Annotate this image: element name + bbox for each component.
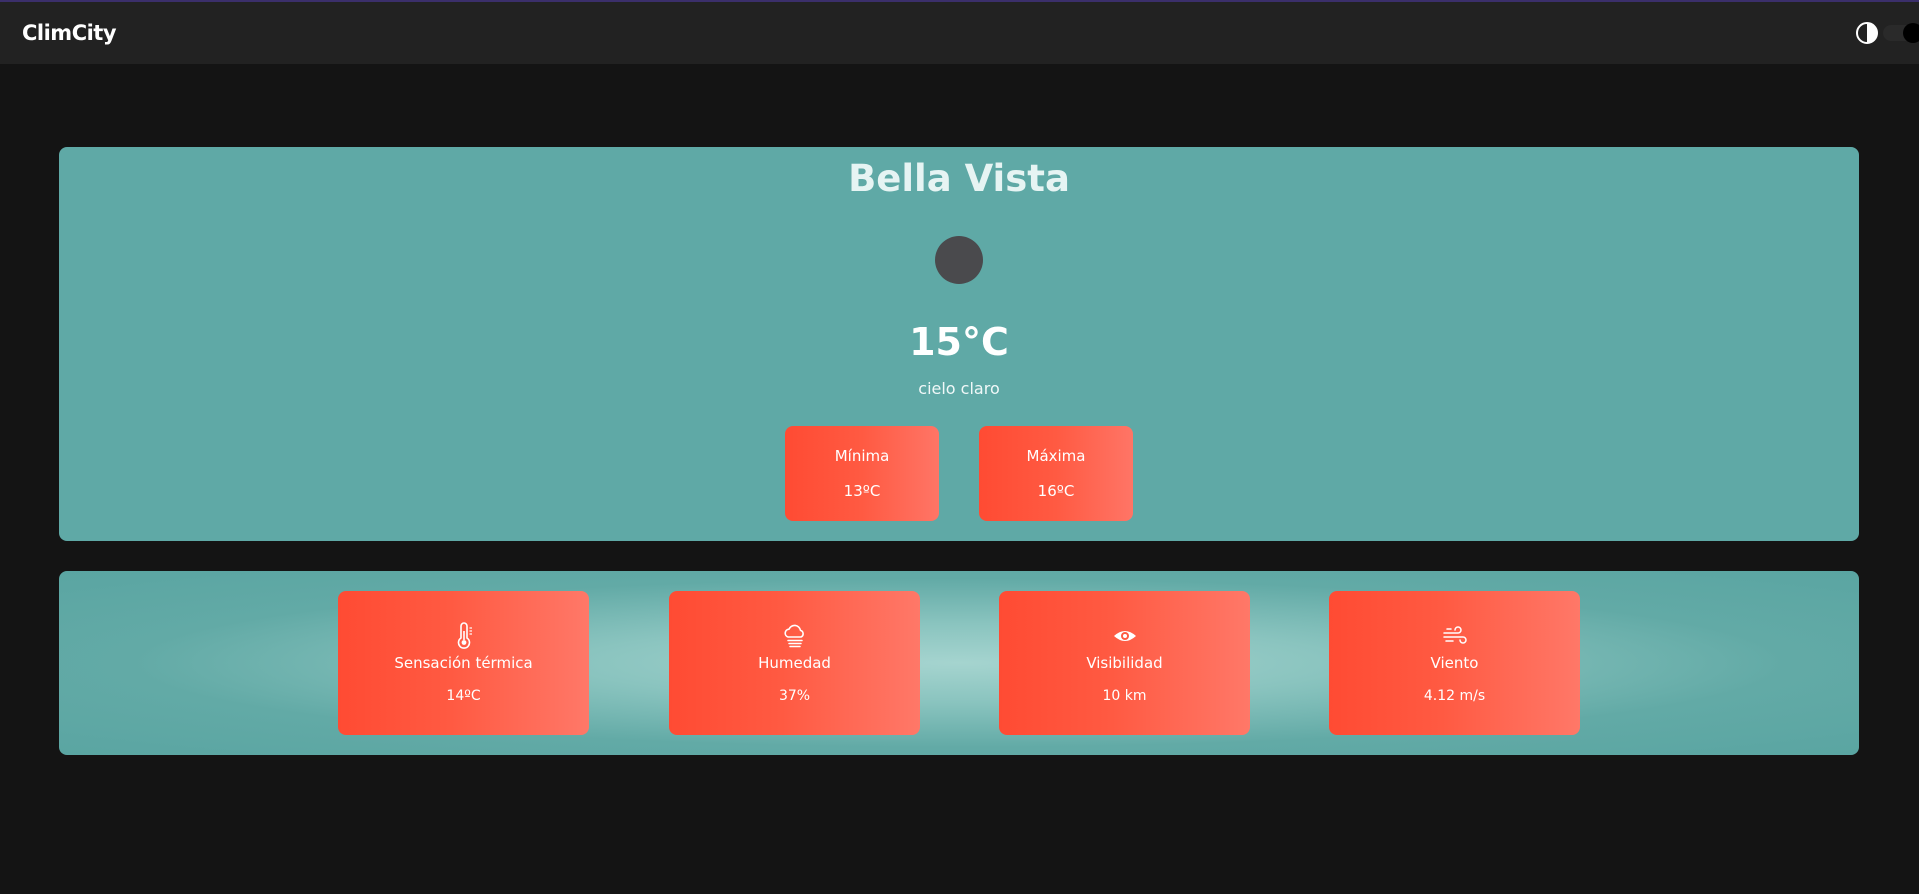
detail-label: Sensación térmica bbox=[394, 654, 533, 672]
current-weather-card: Bella Vista 15°C cielo claro Mínima 13ºC… bbox=[59, 147, 1859, 541]
navbar: ClimCity bbox=[0, 0, 1919, 64]
detail-feels-like: Sensación térmica 14ºC bbox=[338, 591, 589, 735]
eye-icon bbox=[1113, 631, 1136, 641]
max-temp-value: 16ºC bbox=[1037, 482, 1075, 500]
detail-value: 4.12 m/s bbox=[1423, 688, 1486, 704]
detail-visibility: Visibilidad 10 km bbox=[999, 591, 1250, 735]
detail-label: Humedad bbox=[758, 654, 831, 672]
detail-humidity: Humedad 37% bbox=[669, 591, 920, 735]
max-temp-card: Máxima 16ºC bbox=[979, 426, 1133, 521]
detail-label: Visibilidad bbox=[1086, 654, 1163, 672]
thermometer-icon bbox=[457, 622, 472, 649]
detail-label: Viento bbox=[1430, 654, 1479, 672]
min-temp-value: 13ºC bbox=[843, 482, 881, 500]
detail-value: 37% bbox=[778, 688, 811, 704]
toggle-knob[interactable] bbox=[1903, 23, 1919, 43]
wind-icon bbox=[1442, 626, 1467, 644]
theme-toggle[interactable] bbox=[1855, 18, 1919, 48]
weather-details-card: Sensación térmica 14ºC Humedad 37% Visib… bbox=[59, 571, 1859, 755]
weather-description: cielo claro bbox=[918, 379, 1000, 398]
contrast-icon[interactable] bbox=[1855, 21, 1879, 45]
detail-value: 14ºC bbox=[446, 688, 481, 704]
brand-logo[interactable]: ClimCity bbox=[22, 21, 117, 45]
city-name: Bella Vista bbox=[848, 157, 1070, 200]
weather-icon bbox=[935, 236, 983, 284]
current-temperature: 15°C bbox=[909, 320, 1009, 364]
cloud-humidity-icon bbox=[783, 624, 804, 648]
min-temp-card: Mínima 13ºC bbox=[785, 426, 939, 521]
min-temp-label: Mínima bbox=[834, 447, 890, 465]
detail-value: 10 km bbox=[1102, 688, 1147, 704]
detail-wind: Viento 4.12 m/s bbox=[1329, 591, 1580, 735]
max-temp-label: Máxima bbox=[1026, 447, 1086, 465]
